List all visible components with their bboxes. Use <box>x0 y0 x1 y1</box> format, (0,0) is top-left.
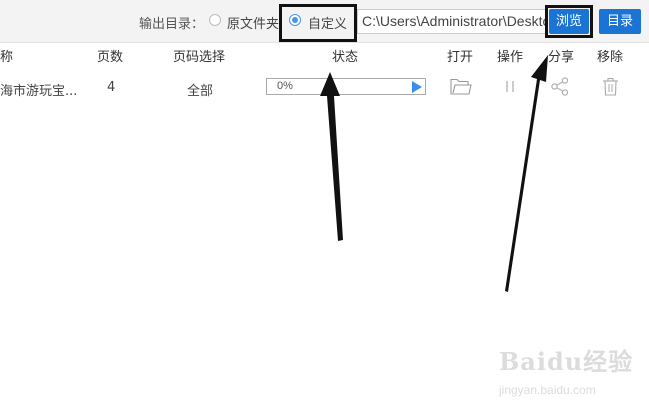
watermark-brand: Baidu经验 <box>499 347 634 376</box>
baidu-watermark: Baidu经验 jingyan.baidu.com <box>499 342 633 397</box>
watermark-url: jingyan.baidu.com <box>499 383 596 397</box>
